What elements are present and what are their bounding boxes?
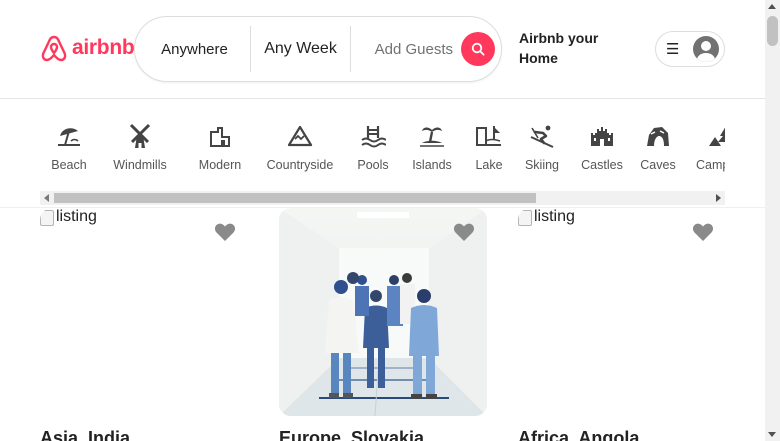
airbnb-logo-icon xyxy=(41,35,67,62)
category-label: Lake xyxy=(475,158,503,172)
tent-tree-icon xyxy=(707,122,725,150)
category-skiing[interactable]: Skiing xyxy=(517,122,567,172)
cave-icon xyxy=(644,122,672,150)
listing-card[interactable]: listing Asia, India xyxy=(40,208,248,441)
windmill-icon xyxy=(126,122,154,150)
category-label: Beach xyxy=(51,158,87,172)
user-avatar-icon xyxy=(693,36,719,62)
category-castles[interactable]: Castles xyxy=(575,122,629,172)
site-header: airbnb Anywhere Any Week Add Guests Airb… xyxy=(0,0,765,99)
category-label: Windmills xyxy=(113,158,167,172)
broken-image-icon xyxy=(40,210,54,226)
category-scrollbar-thumb[interactable] xyxy=(54,193,536,203)
heart-icon[interactable] xyxy=(453,222,475,242)
category-pools[interactable]: Pools xyxy=(346,122,400,172)
add-guests-button[interactable]: Add Guests xyxy=(351,41,461,58)
airbnb-your-home-link[interactable]: Airbnb your Home xyxy=(519,28,619,68)
category-islands[interactable]: Islands xyxy=(403,122,461,172)
category-label: Camping xyxy=(695,158,725,172)
category-label: Pools xyxy=(357,158,389,172)
lake-dock-icon xyxy=(475,122,503,150)
category-label: Castles xyxy=(581,158,623,172)
mountain-icon xyxy=(286,122,314,150)
listing-title: Africa, Angola xyxy=(518,428,640,441)
category-label: Caves xyxy=(640,158,676,172)
logo-text: airbnb xyxy=(72,36,135,59)
broken-image-icon xyxy=(518,210,532,226)
any-week-button[interactable]: Any Week xyxy=(251,37,350,61)
heart-icon[interactable] xyxy=(692,222,714,242)
skier-icon xyxy=(528,122,556,150)
scroll-left-arrow-icon[interactable] xyxy=(44,194,49,202)
scroll-up-arrow-icon[interactable] xyxy=(768,4,776,9)
category-label: Modern xyxy=(198,158,242,172)
category-scrollbar[interactable] xyxy=(40,191,725,205)
castle-icon xyxy=(588,122,616,150)
page-scrollbar[interactable] xyxy=(765,0,780,441)
category-countryside[interactable]: Countryside xyxy=(256,122,344,172)
listing-card[interactable]: listing Africa, Angola xyxy=(518,208,726,441)
listing-card[interactable]: Europe, Slovakia xyxy=(279,208,487,441)
listing-title: Europe, Slovakia xyxy=(279,428,425,441)
category-lake[interactable]: Lake xyxy=(466,122,512,172)
page-scrollbar-thumb[interactable] xyxy=(767,16,778,46)
anywhere-button[interactable]: Anywhere xyxy=(135,41,250,58)
listing-title: Asia, India xyxy=(40,428,131,441)
search-button[interactable] xyxy=(461,32,495,66)
category-camping[interactable]: Camping xyxy=(691,122,725,172)
image-alt-text: listing xyxy=(534,208,575,225)
search-bar[interactable]: Anywhere Any Week Add Guests xyxy=(134,16,502,82)
modern-house-icon xyxy=(206,122,234,150)
search-icon xyxy=(471,42,485,56)
scroll-down-arrow-icon[interactable] xyxy=(768,432,776,437)
scroll-right-arrow-icon[interactable] xyxy=(716,194,721,202)
image-alt-text: listing xyxy=(56,208,97,225)
airbnb-logo[interactable]: airbnb xyxy=(40,33,135,63)
category-label: Skiing xyxy=(524,158,560,172)
category-windmills[interactable]: Windmills xyxy=(100,122,180,172)
category-track: Beach Windmills Modern Countryside Pools xyxy=(40,122,725,172)
category-caves[interactable]: Caves xyxy=(635,122,681,172)
category-bar: Beach Windmills Modern Countryside Pools xyxy=(40,122,725,182)
pool-ladder-icon xyxy=(359,122,387,150)
island-palm-icon xyxy=(418,122,446,150)
user-menu-button[interactable]: ☰ xyxy=(655,31,725,67)
category-beach[interactable]: Beach xyxy=(40,122,98,172)
beach-umbrella-icon xyxy=(55,122,83,150)
heart-icon[interactable] xyxy=(214,222,236,242)
category-label: Countryside xyxy=(266,158,334,172)
category-modern[interactable]: Modern xyxy=(187,122,253,172)
category-label: Islands xyxy=(412,158,452,172)
hamburger-icon: ☰ xyxy=(666,40,680,58)
